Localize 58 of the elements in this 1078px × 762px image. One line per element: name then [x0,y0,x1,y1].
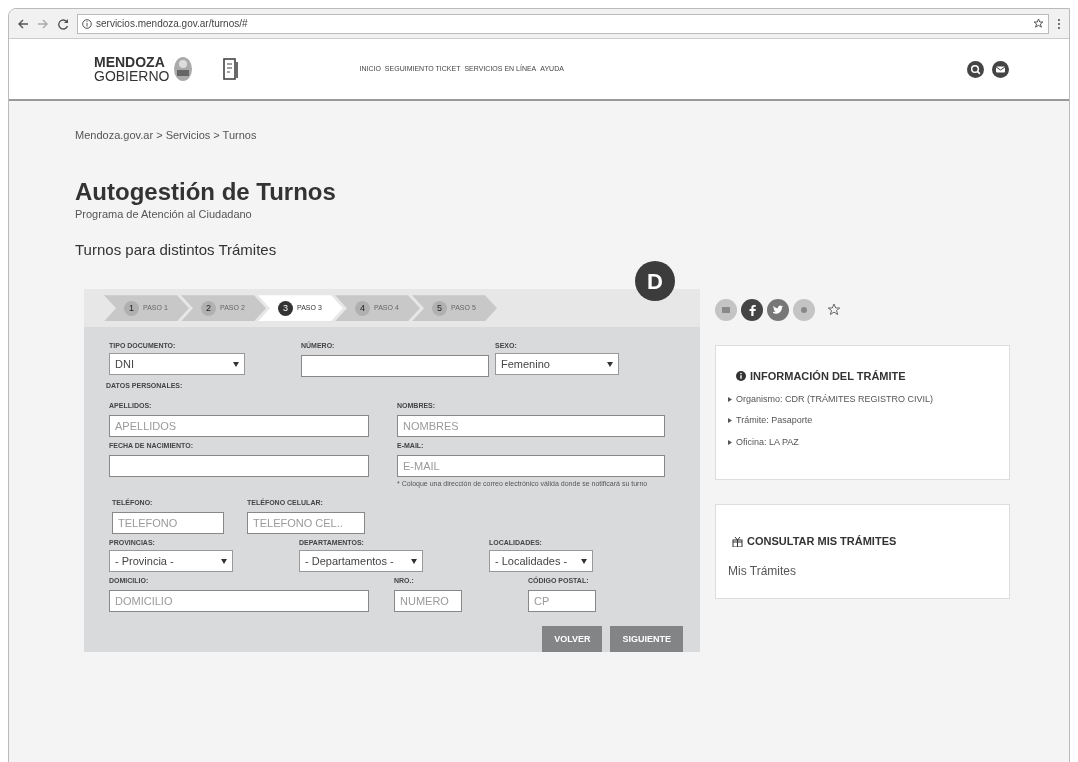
dropdown[interactable]: - Departamentos - [299,550,423,573]
document-icon[interactable] [223,58,240,80]
info-item: Organismo: CDR (TRÁMITES REGISTRO CIVIL) [736,392,934,406]
caret-icon [233,361,239,367]
text-field[interactable]: NUMERO [394,590,462,613]
text-field[interactable]: E-MAIL [397,455,665,478]
back-icon[interactable] [17,17,29,30]
text-field[interactable]: APELLIDOS [109,415,369,438]
caret-icon [581,558,587,564]
text-field[interactable] [301,355,489,378]
text-field[interactable]: CP [528,590,596,613]
info-icon [736,371,746,382]
mail-icon[interactable] [992,60,1009,78]
address-bar[interactable]: servicios.mendoza.gov.ar/turnos/# [77,13,1049,34]
form-button[interactable]: VOLVER [542,626,603,653]
caret-icon [221,558,227,564]
step-number: 4 [355,300,370,316]
reload-icon[interactable] [57,17,69,30]
bullet-icon [728,396,732,402]
bullet-icon [728,418,732,424]
form-button[interactable]: SIGUIENTE [610,626,683,653]
dropdown[interactable]: - Localidades - [489,550,593,573]
page-subtitle: Programa de Atención al Ciudadano [75,207,253,223]
logo-text: GOBIERNO [94,69,170,83]
text-field[interactable]: TELEFONO [112,512,224,535]
card-title: CONSULTAR MIS TRÁMITES [747,534,897,549]
text-field[interactable]: NOMBRES [397,415,665,438]
star-icon[interactable] [1033,18,1044,29]
star-icon[interactable] [827,303,841,317]
step-badge: D [635,261,675,302]
menu-icon[interactable] [1057,17,1061,30]
step-number: 5 [432,300,447,316]
bird-icon[interactable] [767,299,789,321]
text-field[interactable]: DOMICILIO [109,590,369,613]
facebook-icon[interactable] [741,299,763,321]
url-text: servicios.mendoza.gov.ar/turnos/# [96,17,248,31]
step-number: 1 [124,300,139,316]
search-icon[interactable] [967,60,984,78]
breadcrumb-trail: Mendoza.gov.ar > Servicios > Turnos [75,128,258,143]
bullet-icon [728,439,732,445]
step-number: 3 [278,300,293,316]
text-field[interactable] [109,455,369,478]
info-icon [82,18,92,29]
section-title: Turnos para distintos Trámites [75,239,278,260]
caret-icon [411,558,417,564]
info-item: Oficina: LA PAZ [736,435,799,449]
dropdown[interactable]: Femenino [495,353,619,376]
dropdown[interactable]: DNI [109,353,245,376]
my-procedures-link[interactable]: Mis Trámites [728,563,796,578]
dropdown[interactable]: - Provincia - [109,550,233,573]
card-title: INFORMACIÓN DEL TRÁMITE [750,369,906,384]
logo-text: MENDOZA [94,55,166,69]
step-number: 2 [201,300,216,316]
info-item: Trámite: Pasaporte [736,414,813,427]
gift-icon [732,535,743,547]
caret-icon [607,361,613,367]
page-title: Autogestión de Turnos [75,177,337,207]
text-field[interactable]: TELEFONO CEL.. [247,512,365,535]
